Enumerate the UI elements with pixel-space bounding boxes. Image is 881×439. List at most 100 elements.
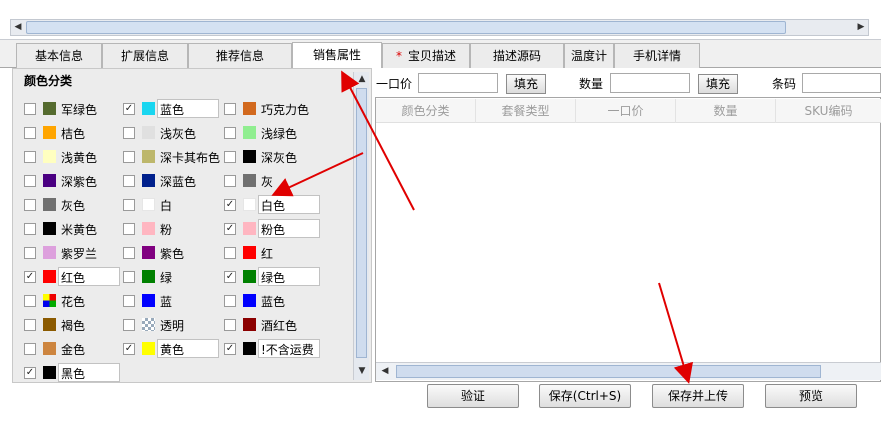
color-swatch [43, 150, 56, 163]
color-name-label: 灰 [261, 175, 274, 189]
scrollbar-thumb[interactable] [356, 88, 367, 358]
color-checkbox[interactable]: ✓ [24, 271, 36, 283]
color-swatch [43, 222, 56, 235]
color-name-label: 深紫色 [61, 175, 98, 189]
color-checkbox[interactable] [24, 295, 36, 307]
scroll-right-icon[interactable]: ▶ [854, 20, 868, 35]
scroll-left-icon[interactable]: ◀ [378, 364, 392, 379]
tab-description-source[interactable]: 描述源码 [470, 43, 564, 68]
color-checkbox[interactable] [123, 319, 135, 331]
color-name-label: 蓝色 [261, 295, 286, 309]
column-header[interactable]: SKU编码 [776, 99, 881, 123]
sku-grid-horizontal-scrollbar[interactable]: ◀ [376, 362, 881, 380]
color-swatch [43, 270, 56, 283]
color-name-label: 紫色 [160, 247, 185, 261]
color-swatch [142, 126, 155, 139]
scroll-down-icon[interactable]: ▼ [355, 364, 369, 379]
tab-item-description[interactable]: * 宝贝描述 [382, 43, 470, 68]
color-checkbox[interactable]: ✓ [224, 343, 236, 355]
color-checkbox[interactable]: ✓ [123, 343, 135, 355]
scroll-left-icon[interactable]: ◀ [11, 20, 25, 35]
color-swatch [142, 198, 155, 211]
color-checkbox[interactable] [24, 127, 36, 139]
tab-basic-info[interactable]: 基本信息 [16, 43, 102, 68]
color-checkbox[interactable] [224, 319, 236, 331]
preview-button[interactable]: 预览 [765, 384, 857, 408]
tab-mobile-details[interactable]: 手机详情 [614, 43, 700, 68]
top-horizontal-scrollbar[interactable]: ◀ ▶ [10, 19, 869, 36]
save-button[interactable]: 保存(Ctrl+S) [539, 384, 631, 408]
color-checkbox[interactable]: ✓ [224, 223, 236, 235]
color-swatch [43, 366, 56, 379]
color-checkbox[interactable] [123, 223, 135, 235]
price-fill-bar: 一口价 填充 数量 填充 条码 [374, 70, 881, 96]
color-checkbox[interactable] [24, 151, 36, 163]
color-checkbox[interactable] [224, 103, 236, 115]
quantity-input[interactable] [610, 73, 690, 93]
color-name-label: 深蓝色 [160, 175, 197, 189]
color-name-label: 红 [261, 247, 274, 261]
scroll-up-icon[interactable]: ▲ [355, 72, 369, 87]
fill-quantity-button[interactable]: 填充 [698, 74, 738, 94]
color-checkbox[interactable]: ✓ [224, 199, 236, 211]
color-checkbox[interactable]: ✓ [123, 103, 135, 115]
barcode-label: 条码 [772, 77, 797, 91]
price-input[interactable] [418, 73, 498, 93]
color-swatch [43, 318, 56, 331]
color-checkbox[interactable]: ✓ [24, 367, 36, 379]
color-name-label: 褐色 [61, 319, 86, 333]
color-checkbox[interactable] [123, 199, 135, 211]
color-name-label: 黑色 [61, 367, 86, 381]
save-upload-button[interactable]: 保存并上传 [652, 384, 744, 408]
barcode-input[interactable] [802, 73, 881, 93]
column-header[interactable]: 数量 [676, 99, 776, 123]
color-checkbox[interactable] [123, 151, 135, 163]
tab-recommend-info[interactable]: 推荐信息 [188, 43, 292, 68]
column-header[interactable]: 套餐类型 [476, 99, 576, 123]
color-checkbox[interactable] [224, 127, 236, 139]
fill-price-button[interactable]: 填充 [506, 74, 546, 94]
color-name-label: 绿色 [261, 271, 286, 285]
color-panel-vertical-scrollbar[interactable]: ▲ ▼ [353, 72, 369, 380]
tab-extended-info[interactable]: 扩展信息 [102, 43, 188, 68]
color-checkbox[interactable] [24, 223, 36, 235]
color-checkbox[interactable] [123, 271, 135, 283]
color-checkbox[interactable] [24, 103, 36, 115]
color-checkbox[interactable] [123, 175, 135, 187]
color-swatch [243, 246, 256, 259]
color-name-label: 深卡其布色 [160, 151, 221, 165]
color-category-title: 颜色分类 [24, 74, 73, 88]
color-checkbox[interactable] [123, 295, 135, 307]
color-checkbox[interactable] [24, 199, 36, 211]
color-swatch [43, 246, 56, 259]
color-checkbox[interactable]: ✓ [224, 271, 236, 283]
color-checkbox[interactable] [24, 343, 36, 355]
color-name-label: 绿 [160, 271, 173, 285]
tab-thermometer[interactable]: 温度计 [564, 43, 614, 68]
color-swatch [142, 222, 155, 235]
color-name-label: 米黄色 [61, 223, 98, 237]
sku-grid [375, 97, 881, 382]
color-checkbox[interactable] [123, 247, 135, 259]
color-swatch [243, 198, 256, 211]
color-checkbox[interactable] [24, 319, 36, 331]
color-checkbox[interactable] [24, 175, 36, 187]
column-header[interactable]: 颜色分类 [376, 99, 476, 123]
color-swatch [142, 342, 155, 355]
color-checkbox[interactable] [224, 247, 236, 259]
scrollbar-thumb[interactable] [396, 365, 821, 378]
color-checkbox[interactable] [224, 295, 236, 307]
color-swatch [142, 150, 155, 163]
verify-button[interactable]: 验证 [427, 384, 519, 408]
color-swatch [243, 270, 256, 283]
color-checkbox[interactable] [24, 247, 36, 259]
color-swatch [43, 294, 56, 307]
color-swatch [243, 102, 256, 115]
color-checkbox[interactable] [123, 127, 135, 139]
color-name-label: 酒红色 [261, 319, 298, 333]
color-checkbox[interactable] [224, 151, 236, 163]
tab-sales-attributes[interactable]: 销售属性 [292, 42, 382, 68]
color-checkbox[interactable] [224, 175, 236, 187]
column-header[interactable]: 一口价 [576, 99, 676, 123]
scrollbar-thumb[interactable] [26, 21, 786, 34]
